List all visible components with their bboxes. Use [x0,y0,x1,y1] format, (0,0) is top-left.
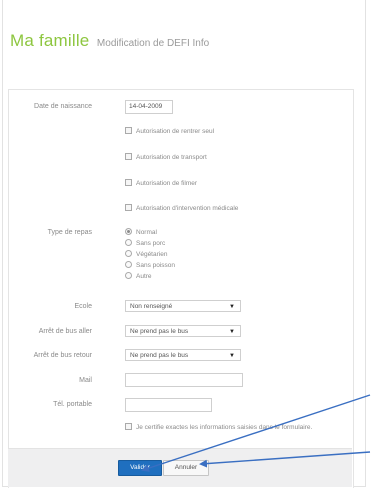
birthdate-label: Date de naissance [34,103,92,110]
checkbox-icon[interactable] [125,127,132,134]
radio-label: Sans porc [136,240,166,248]
checkbox-icon[interactable] [125,423,132,430]
mail-label: Mail [79,377,92,384]
certify-label: Je certifie exactes les informations sai… [136,424,313,432]
certify-checkbox-row[interactable]: Je certifie exactes les informations sai… [125,423,313,432]
page-title: Ma famille [10,31,90,50]
form-card: Date de naissance 14-04-2009 Autorisatio… [8,89,354,488]
checkbox-icon[interactable] [125,204,132,211]
checkbox-label: Autorisation de rentrer seul [136,128,215,136]
page-subtitle: Modification de DEFI Info [96,38,210,49]
radio-option-sans-porc[interactable]: Sans porc [125,239,166,248]
school-label: Ecole [74,303,92,310]
bus-back-select[interactable]: Ne prend pas le bus ▼ [125,349,241,361]
form-actions-bar: Valider Annuler [8,448,352,487]
meal-type-label: Type de repas [47,229,92,236]
radio-icon[interactable] [125,272,132,279]
school-select[interactable]: Non renseigné ▼ [125,300,241,312]
radio-label: Normal [136,229,157,237]
checkbox-label: Autorisation de filmer [136,180,198,188]
phone-label: Tél. portable [53,401,92,408]
bus-out-label: Arrêt de bus aller [38,328,92,335]
checkbox-row-transport[interactable]: Autorisation de transport [125,153,207,162]
radio-option-vegetarien[interactable]: Végétarien [125,250,168,259]
checkbox-row-medical[interactable]: Autorisation d'intervention médicale [125,204,239,213]
caret-down-icon: ▼ [229,304,235,310]
caret-down-icon: ▼ [229,329,235,335]
submit-button[interactable]: Valider [118,460,162,476]
school-select-value: Non renseigné [130,303,173,310]
bus-back-select-value: Ne prend pas le bus [130,352,189,359]
radio-label: Autre [136,273,152,281]
radio-option-sans-poisson[interactable]: Sans poisson [125,261,176,270]
radio-icon[interactable] [125,239,132,246]
caret-down-icon: ▼ [229,353,235,359]
checkbox-row-filming[interactable]: Autorisation de filmer [125,179,198,188]
bus-out-select[interactable]: Ne prend pas le bus ▼ [125,325,241,337]
bus-back-label: Arrêt de bus retour [33,352,92,359]
radio-icon[interactable] [125,261,132,268]
checkbox-row-go-home-alone[interactable]: Autorisation de rentrer seul [125,127,215,136]
mail-input[interactable] [125,373,243,387]
radio-label: Végétarien [136,251,168,259]
checkbox-icon[interactable] [125,179,132,186]
cancel-button[interactable]: Annuler [163,460,209,476]
checkbox-label: Autorisation de transport [136,154,207,162]
radio-option-autre[interactable]: Autre [125,272,152,281]
checkbox-icon[interactable] [125,153,132,160]
phone-input[interactable] [125,398,212,412]
radio-label: Sans poisson [136,262,176,270]
page-header: Ma famille Modification de DEFI Info [10,31,209,51]
radio-option-normal[interactable]: Normal [125,228,157,237]
radio-icon[interactable] [125,250,132,257]
checkbox-label: Autorisation d'intervention médicale [136,205,239,213]
birthdate-input[interactable]: 14-04-2009 [125,100,173,114]
radio-selected-icon[interactable] [125,228,132,235]
bus-out-select-value: Ne prend pas le bus [130,328,189,335]
